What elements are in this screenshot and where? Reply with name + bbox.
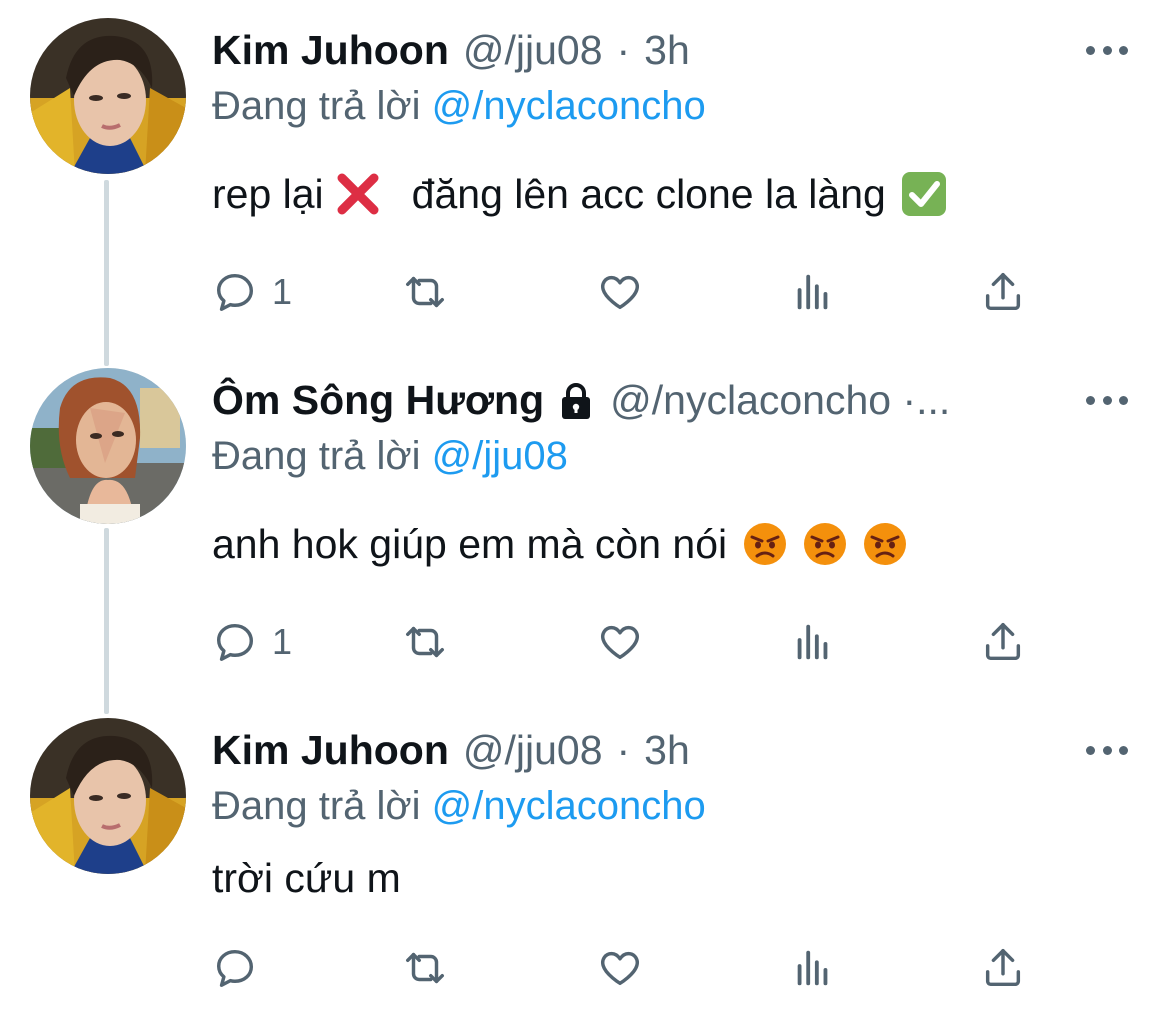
replying-to-label: Đang trả lời <box>212 84 421 128</box>
display-name[interactable]: Kim Juhoon <box>212 22 449 78</box>
reply-icon <box>212 619 258 665</box>
tweet-time[interactable]: 3h <box>644 22 690 78</box>
tweet[interactable]: Ôm Sông Hương @/nyclaconcho ·... Đang tr… <box>0 350 1170 700</box>
share-icon <box>980 945 1026 991</box>
avatar[interactable] <box>30 18 186 174</box>
views-icon <box>790 269 836 315</box>
replying-to: Đang trả lời @/jju08 <box>212 428 568 484</box>
tweet-text: trời cứu m <box>212 850 401 906</box>
like-button[interactable] <box>597 938 643 998</box>
more-options-icon[interactable] <box>1086 730 1128 770</box>
tweet-actions: 1 <box>212 262 1062 322</box>
like-icon <box>597 269 643 315</box>
tweet-header: Kim Juhoon @/jju08 · 3h <box>212 22 1070 78</box>
reply-button[interactable]: 1 <box>212 612 292 672</box>
display-name[interactable]: Kim Juhoon <box>212 722 449 778</box>
angry-face-icon <box>741 520 789 568</box>
views-button[interactable] <box>790 938 836 998</box>
mention-link[interactable]: @/jju08 <box>432 434 568 478</box>
reply-button[interactable]: 1 <box>212 262 292 322</box>
avatar[interactable] <box>30 718 186 874</box>
more-options-icon[interactable] <box>1086 30 1128 70</box>
display-name[interactable]: Ôm Sông Hương <box>212 372 544 428</box>
mention-link[interactable]: @/nyclaconcho <box>432 84 706 128</box>
views-button[interactable] <box>790 612 836 672</box>
reply-count: 1 <box>272 621 293 662</box>
mention-link[interactable]: @/nyclaconcho <box>432 784 706 828</box>
retweet-button[interactable] <box>402 612 448 672</box>
retweet-button[interactable] <box>402 262 448 322</box>
replying-to-label: Đang trả lời <box>212 434 421 478</box>
share-button[interactable] <box>980 262 1026 322</box>
reply-thread: Kim Juhoon @/jju08 · 3h Đang trả lời @/n… <box>0 0 1170 1015</box>
retweet-icon <box>402 269 448 315</box>
user-handle[interactable]: @/nyclaconcho ·... <box>610 372 950 428</box>
like-icon <box>597 619 643 665</box>
tweet-header: Kim Juhoon @/jju08 · 3h <box>212 722 1070 778</box>
tweet-text: rep lại đăng lên acc clone la làng <box>212 166 948 222</box>
views-icon <box>790 619 836 665</box>
separator-dot: · <box>616 27 631 73</box>
views-icon <box>790 945 836 991</box>
share-icon <box>980 269 1026 315</box>
replying-to: Đang trả lời @/nyclaconcho <box>212 778 706 834</box>
angry-face-icon <box>861 520 909 568</box>
tweet-text-part: trời cứu m <box>212 855 401 901</box>
tweet-header: Ôm Sông Hương @/nyclaconcho ·... <box>212 372 1070 428</box>
user-handle[interactable]: @/jju08 <box>463 722 603 778</box>
tweet[interactable]: Kim Juhoon @/jju08 · 3h Đang trả lời @/n… <box>0 700 1170 1015</box>
retweet-icon <box>402 945 448 991</box>
lock-icon <box>554 378 598 422</box>
cross-mark-icon <box>334 170 382 218</box>
tweet-text-part: anh hok giúp em mà còn nói <box>212 521 728 567</box>
user-handle[interactable]: @/jju08 <box>463 22 603 78</box>
tweet[interactable]: Kim Juhoon @/jju08 · 3h Đang trả lời @/n… <box>0 0 1170 350</box>
share-button[interactable] <box>980 612 1026 672</box>
more-options-icon[interactable] <box>1086 380 1128 420</box>
retweet-icon <box>402 619 448 665</box>
reply-button[interactable] <box>212 938 272 998</box>
tweet-actions: 1 <box>212 612 1062 672</box>
like-button[interactable] <box>597 262 643 322</box>
tweet-text-part: rep lại <box>212 171 324 217</box>
angry-face-icon <box>801 520 849 568</box>
separator-dot: · <box>616 727 631 773</box>
share-icon <box>980 619 1026 665</box>
avatar[interactable] <box>30 368 186 524</box>
reply-icon <box>212 945 258 991</box>
reply-icon <box>212 269 258 315</box>
like-button[interactable] <box>597 612 643 672</box>
views-button[interactable] <box>790 262 836 322</box>
tweet-time[interactable]: 3h <box>644 722 690 778</box>
retweet-button[interactable] <box>402 938 448 998</box>
reply-count: 1 <box>272 271 293 312</box>
share-button[interactable] <box>980 938 1026 998</box>
replying-to: Đang trả lời @/nyclaconcho <box>212 78 706 134</box>
check-mark-button-icon <box>900 170 948 218</box>
tweet-text: anh hok giúp em mà còn nói <box>212 516 909 572</box>
tweet-actions <box>212 938 1062 998</box>
like-icon <box>597 945 643 991</box>
tweet-text-part: đăng lên acc clone la làng <box>411 171 886 217</box>
replying-to-label: Đang trả lời <box>212 784 421 828</box>
